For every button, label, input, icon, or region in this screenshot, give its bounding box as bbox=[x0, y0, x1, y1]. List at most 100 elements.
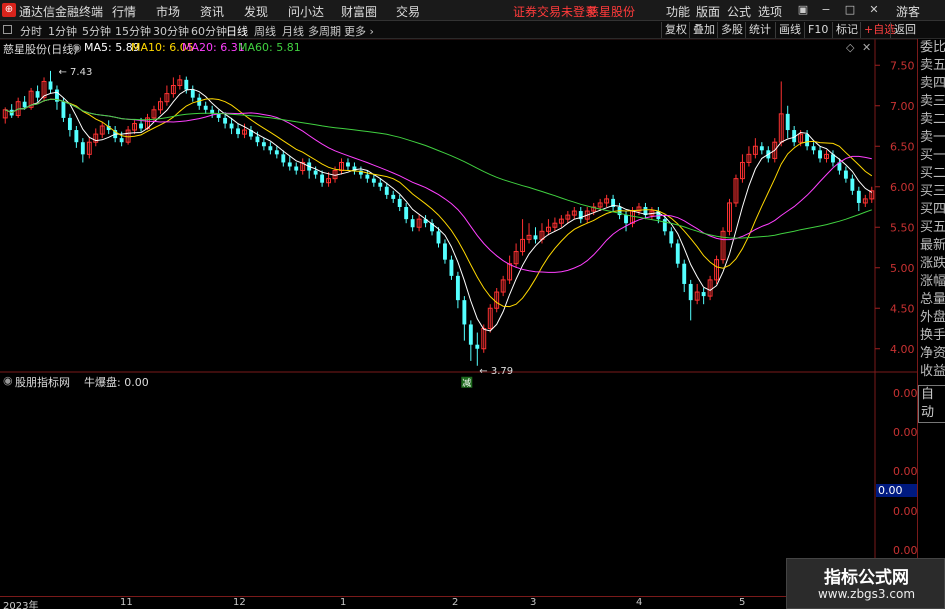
price-tick-label: 4.50 bbox=[890, 302, 915, 315]
menu-ask[interactable]: 问小达 bbox=[288, 3, 324, 20]
period-more[interactable]: 更多 › bbox=[344, 23, 374, 39]
skin-icon[interactable]: ▣ bbox=[795, 3, 811, 17]
candle bbox=[157, 97, 163, 114]
maximize-icon[interactable]: □ bbox=[842, 3, 858, 17]
candle bbox=[739, 154, 745, 183]
quote-field-17: 净资 bbox=[920, 346, 945, 361]
candle bbox=[346, 158, 350, 171]
period-timeshare[interactable]: 分时 bbox=[20, 23, 42, 39]
period-30min[interactable]: 30分钟 bbox=[153, 23, 189, 39]
quote-field-8: 买三 bbox=[920, 184, 945, 199]
overlay-button[interactable]: 叠加 bbox=[689, 22, 718, 38]
candle bbox=[378, 178, 383, 191]
mark-button[interactable]: 标记 bbox=[832, 22, 861, 38]
candle bbox=[99, 121, 105, 139]
menu-market[interactable]: 市场 bbox=[156, 3, 180, 20]
candle bbox=[675, 239, 680, 268]
quote-field-0: 委比 bbox=[920, 40, 945, 55]
draw-line-button[interactable]: 画线 bbox=[775, 22, 804, 38]
auto-trade-button[interactable]: 自动交易 bbox=[918, 385, 945, 423]
indicator-legend: 牛爆盘: 0.00 bbox=[84, 376, 149, 389]
kline-chart[interactable]: 7.50 7.00 6.50 6.00 5.50 5.00 4.50 4.00 0.00 0.0… bbox=[0, 39, 917, 596]
legend-toggle-icon[interactable]: ◉ bbox=[72, 41, 82, 54]
candle bbox=[177, 74, 183, 90]
candle bbox=[339, 158, 344, 175]
quote-field-12: 涨跌 bbox=[920, 256, 945, 271]
period-60min[interactable]: 60分钟 bbox=[191, 23, 227, 39]
menu-discover[interactable]: 发现 bbox=[244, 3, 268, 20]
menu-layout[interactable]: 版面 bbox=[696, 3, 720, 20]
candle bbox=[552, 217, 558, 232]
low-annotation: ← 3.79 bbox=[479, 366, 513, 377]
period-daily[interactable]: 日线 bbox=[226, 23, 248, 39]
period-more-label: 更多 bbox=[344, 25, 366, 38]
candle bbox=[500, 275, 506, 297]
user-label[interactable]: 游客 bbox=[896, 3, 920, 20]
menu-formula[interactable]: 公式 bbox=[727, 3, 751, 20]
adjust-button[interactable]: 复权 bbox=[661, 22, 690, 38]
menu-trade[interactable]: 交易 bbox=[396, 3, 420, 20]
indicator-current-value: 0.00 bbox=[878, 484, 903, 497]
candle bbox=[694, 283, 700, 305]
quote-field-4: 卖二 bbox=[920, 112, 945, 127]
candle bbox=[707, 275, 713, 301]
quote-field-11: 最新 bbox=[920, 238, 945, 253]
multi-stock-button[interactable]: 多股 bbox=[717, 22, 746, 38]
candle bbox=[462, 296, 467, 341]
period-1min[interactable]: 1分钟 bbox=[48, 23, 77, 39]
period-monthly[interactable]: 月线 bbox=[282, 23, 304, 39]
candle bbox=[423, 215, 428, 228]
f10-button[interactable]: F10 bbox=[804, 22, 831, 38]
date-label: 11 bbox=[120, 597, 133, 608]
quote-field-16: 换手 bbox=[920, 328, 945, 343]
candle bbox=[449, 255, 454, 280]
menu-function[interactable]: 功能 bbox=[666, 3, 690, 20]
panel-toggle-icon[interactable] bbox=[3, 25, 12, 34]
candle bbox=[862, 194, 868, 207]
date-label: 2023年 bbox=[3, 601, 39, 609]
period-15min[interactable]: 15分钟 bbox=[115, 23, 151, 39]
quote-field-7: 买二 bbox=[920, 166, 945, 181]
candle bbox=[824, 150, 829, 163]
menu-news[interactable]: 资讯 bbox=[200, 3, 224, 20]
back-button[interactable]: 返回 bbox=[890, 22, 919, 38]
menu-quotes[interactable]: 行情 bbox=[112, 3, 136, 20]
candle bbox=[507, 255, 513, 284]
candle bbox=[545, 219, 551, 236]
date-label: 12 bbox=[233, 597, 246, 608]
chart-close-icon[interactable]: ✕ bbox=[862, 41, 871, 54]
candle bbox=[785, 105, 790, 139]
minimize-icon[interactable]: − bbox=[818, 3, 834, 17]
indicator-tick-label: 0.00 bbox=[893, 387, 917, 400]
candle bbox=[216, 109, 221, 122]
close-icon[interactable]: ✕ bbox=[866, 3, 882, 17]
candle bbox=[48, 70, 53, 94]
candle bbox=[261, 138, 266, 151]
annotations-group: ← 7.43 ← 3.79 减 bbox=[59, 67, 514, 389]
trade-login-status[interactable]: 证券交易未登录 bbox=[513, 3, 597, 20]
candle bbox=[520, 219, 526, 256]
candle bbox=[487, 304, 493, 333]
candle bbox=[287, 155, 292, 171]
candle bbox=[210, 105, 215, 118]
indicator-toggle-icon[interactable]: ◉ bbox=[3, 374, 13, 387]
indicator-tick-label: 0.00 bbox=[893, 465, 917, 478]
candle bbox=[571, 207, 577, 220]
candle bbox=[404, 202, 409, 224]
period-weekly[interactable]: 周线 bbox=[254, 23, 276, 39]
candle bbox=[643, 202, 648, 220]
candle bbox=[15, 97, 21, 118]
statistics-button[interactable]: 统计 bbox=[745, 22, 774, 38]
period-multi[interactable]: 多周期 bbox=[308, 23, 341, 39]
candle bbox=[533, 227, 538, 244]
candle bbox=[811, 142, 816, 155]
candle bbox=[80, 138, 85, 163]
quote-field-3: 卖三 bbox=[920, 94, 945, 109]
period-5min[interactable]: 5分钟 bbox=[82, 23, 111, 39]
candle bbox=[856, 186, 861, 212]
menu-wealth[interactable]: 财富圈 bbox=[341, 3, 377, 20]
menu-options[interactable]: 选项 bbox=[758, 3, 782, 20]
price-axis: 7.50 7.00 6.50 6.00 5.50 5.00 4.50 4.00 bbox=[875, 59, 915, 356]
chart-settings-icon[interactable]: ◇ bbox=[846, 41, 854, 54]
candle bbox=[371, 174, 376, 187]
